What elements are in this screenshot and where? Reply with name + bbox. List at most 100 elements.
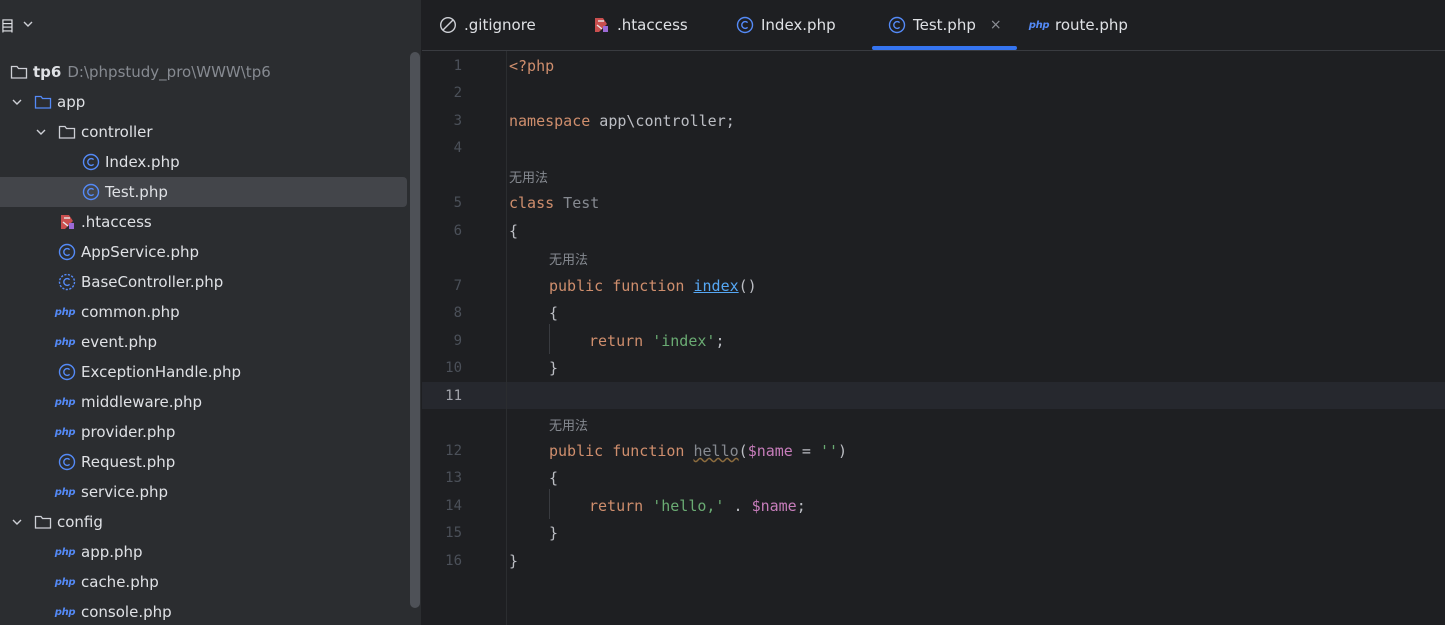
brace: } xyxy=(549,524,559,542)
usages-hint[interactable]: 无用法 xyxy=(549,249,588,268)
php-file-icon: php xyxy=(1028,19,1050,31)
tab-route-php[interactable]: php route.php xyxy=(1028,0,1128,50)
tree-item-controller[interactable]: controller xyxy=(0,117,407,147)
htaccess-icon xyxy=(58,213,76,231)
tree-item-app[interactable]: app xyxy=(0,87,407,117)
tab-htaccess[interactable]: .htaccess xyxy=(592,0,688,50)
tree-item-index-php[interactable]: Index.php xyxy=(0,147,407,177)
operator: = xyxy=(792,442,820,460)
line-number: 9 xyxy=(453,333,462,349)
brace: { xyxy=(549,304,559,322)
brace: { xyxy=(509,222,519,240)
tree-item-label: app xyxy=(57,93,86,111)
operator: . xyxy=(724,497,752,515)
tree-item-event-php[interactable]: php event.php xyxy=(0,327,407,357)
brace: { xyxy=(549,469,559,487)
ide-window: 目 tp6 D:\phpstudy_pro\WWW\tp6 app contro… xyxy=(0,0,1445,625)
chevron-down-icon[interactable] xyxy=(9,94,25,110)
line-number: 13 xyxy=(445,470,462,486)
tree-item-label: cache.php xyxy=(81,573,159,591)
keyword: function xyxy=(603,277,694,295)
tab-label: route.php xyxy=(1055,16,1128,34)
variable: $name xyxy=(747,442,793,460)
line-number: 10 xyxy=(445,360,462,376)
code-line-5: class Test xyxy=(509,194,599,212)
tree-item-provider-php[interactable]: php provider.php xyxy=(0,417,407,447)
tree-item-basecontroller-php[interactable]: BaseController.php xyxy=(0,267,407,297)
function-name[interactable]: index xyxy=(694,277,739,295)
tree-item-service-php[interactable]: php service.php xyxy=(0,477,407,507)
php-file-icon: php xyxy=(54,336,76,348)
code-line-9: return 'index'; xyxy=(589,332,724,350)
tree-item-label: provider.php xyxy=(81,423,176,441)
keyword: return xyxy=(589,497,644,515)
tree-item-label: controller xyxy=(81,123,153,141)
tree-item-label: service.php xyxy=(81,483,169,501)
folder-icon xyxy=(34,513,52,531)
tree-item-middleware-php[interactable]: php middleware.php xyxy=(0,387,407,417)
line-number: 2 xyxy=(453,85,462,101)
tree-item-label: Index.php xyxy=(105,153,180,171)
project-scrollbar[interactable] xyxy=(410,52,420,608)
active-tab-indicator xyxy=(872,46,1017,50)
line-number-current: 11 xyxy=(445,388,462,404)
code-editor[interactable]: 1 2 3 4 5 6 7 8 9 10 11 12 13 14 15 16 <… xyxy=(422,51,1445,625)
tree-item-cache-php[interactable]: php cache.php xyxy=(0,567,407,597)
parens: () xyxy=(738,277,757,295)
root-folder-name: tp6 xyxy=(33,63,62,81)
folder-icon xyxy=(10,63,28,81)
editor-tab-bar: .gitignore .htaccess Index.php Test.php … xyxy=(422,0,1445,51)
tab-label: Test.php xyxy=(913,16,976,34)
class-icon xyxy=(82,153,100,171)
tree-item-request-php[interactable]: Request.php xyxy=(0,447,407,477)
usages-hint[interactable]: 无用法 xyxy=(549,415,588,434)
project-panel-header[interactable]: 目 xyxy=(0,0,421,50)
project-panel: 目 tp6 D:\phpstudy_pro\WWW\tp6 app contro… xyxy=(0,0,421,625)
line-number: 15 xyxy=(445,525,462,541)
tree-item-label: Test.php xyxy=(105,183,168,201)
paren: ) xyxy=(838,442,848,460)
usages-hint[interactable]: 无用法 xyxy=(509,167,548,186)
tree-item-config[interactable]: config xyxy=(0,507,407,537)
indent-guide xyxy=(549,324,550,354)
chevron-down-icon[interactable] xyxy=(22,18,34,33)
paren: ( xyxy=(738,442,748,460)
string-literal: 'hello,' xyxy=(643,497,725,515)
code-line-7: public function index() xyxy=(549,277,757,295)
tree-item-appservice-php[interactable]: AppService.php xyxy=(0,237,407,267)
tree-item-label: console.php xyxy=(81,603,172,621)
tab-gitignore[interactable]: .gitignore xyxy=(439,0,536,50)
tree-item-common-php[interactable]: php common.php xyxy=(0,297,407,327)
tree-item-label: middleware.php xyxy=(81,393,203,411)
brace: } xyxy=(509,552,519,570)
code-line-15: } xyxy=(549,524,558,542)
tree-item-root[interactable]: tp6 D:\phpstudy_pro\WWW\tp6 xyxy=(0,57,407,87)
tree-item-app-php[interactable]: php app.php xyxy=(0,537,407,567)
function-name[interactable]: hello xyxy=(694,442,739,460)
gutter-separator xyxy=(506,51,507,625)
tree-item-exceptionhandle-php[interactable]: ExceptionHandle.php xyxy=(0,357,407,387)
line-number: 14 xyxy=(445,498,462,514)
variable: $name xyxy=(751,497,797,515)
tree-item-test-php[interactable]: Test.php xyxy=(0,177,407,207)
class-icon xyxy=(888,16,906,34)
class-icon xyxy=(736,16,754,34)
keyword: namespace xyxy=(509,112,591,130)
tree-item-label: app.php xyxy=(81,543,143,561)
tree-item-htaccess[interactable]: .htaccess xyxy=(0,207,407,237)
tree-item-console-php[interactable]: php console.php xyxy=(0,597,407,625)
tab-label: .gitignore xyxy=(464,16,536,34)
tab-index-php[interactable]: Index.php xyxy=(736,0,836,50)
namespace-name: app\controller; xyxy=(590,112,735,130)
ignore-file-icon xyxy=(439,16,457,34)
semicolon: ; xyxy=(796,497,806,515)
brace: } xyxy=(549,359,559,377)
code-line-13: { xyxy=(549,469,558,487)
chevron-down-icon[interactable] xyxy=(9,514,25,530)
close-icon[interactable]: × xyxy=(990,17,1002,33)
class-name: Test xyxy=(554,194,600,212)
chevron-down-icon[interactable] xyxy=(33,124,49,140)
tab-test-php[interactable]: Test.php × xyxy=(888,0,1002,50)
tree-item-label: AppService.php xyxy=(81,243,200,261)
folder-icon xyxy=(58,123,76,141)
